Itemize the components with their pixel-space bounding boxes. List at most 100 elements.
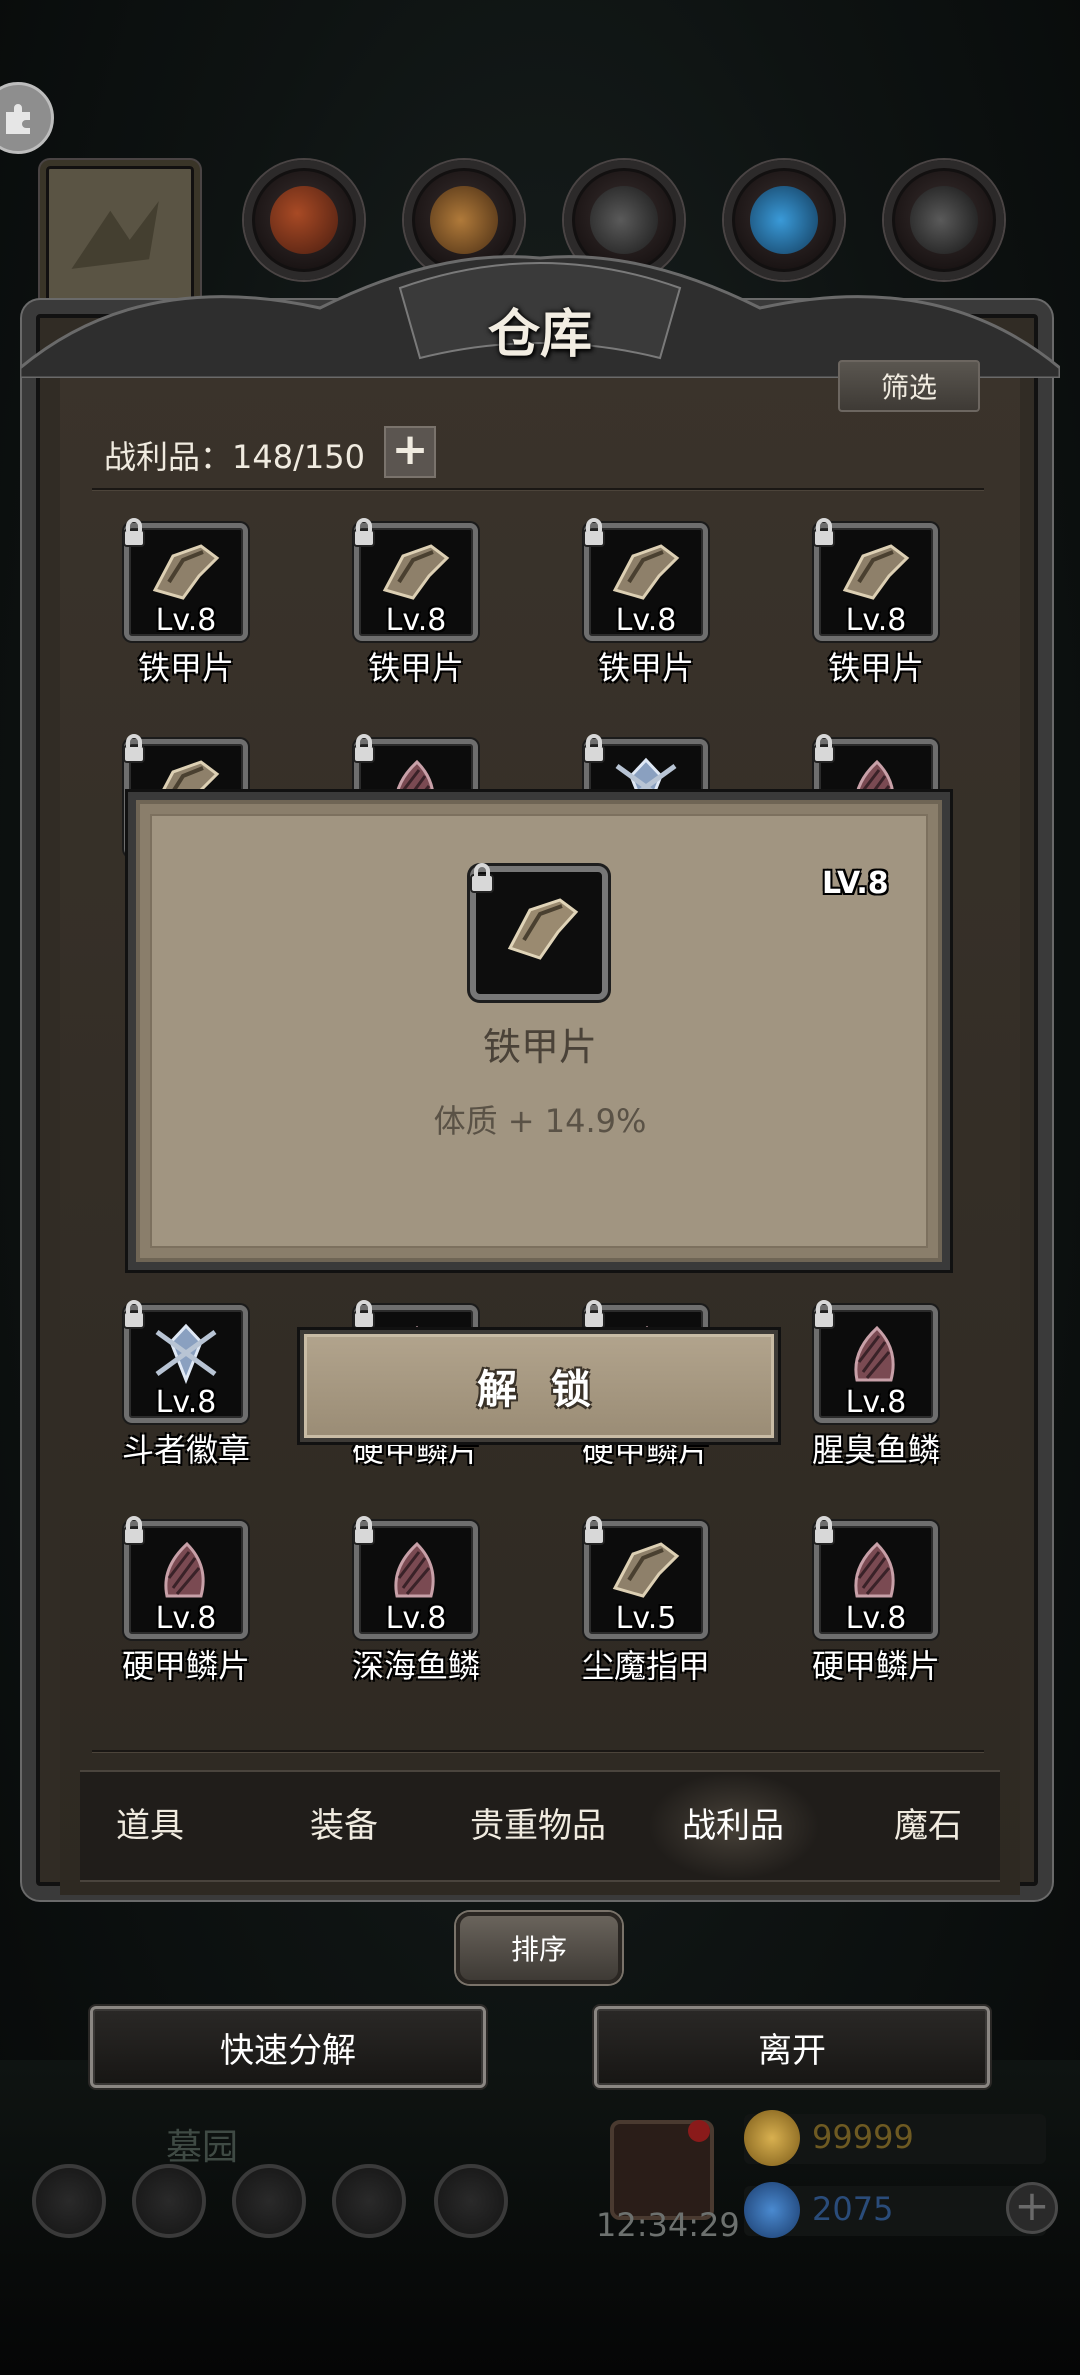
gold-coin-icon: [744, 2110, 800, 2166]
item-level: Lv.8: [845, 1601, 907, 1636]
armor-plate-icon: [612, 1542, 680, 1598]
badge-icon: [155, 1323, 217, 1384]
item-frame: Lv.8: [123, 518, 248, 641]
scale-icon: [854, 1541, 895, 1598]
lock-icon: [123, 734, 145, 763]
gold-value: 99999: [812, 2118, 914, 2156]
scroll-icon[interactable]: [232, 2164, 306, 2238]
item-level: Lv.8: [155, 1601, 217, 1636]
item-level: Lv.8: [615, 603, 677, 638]
item-slot[interactable]: Lv.8 铁甲片: [331, 518, 501, 689]
item-frame: Lv.8: [813, 1300, 938, 1423]
gift-timer: 12:34:29: [596, 2206, 740, 2244]
item-level: Lv.8: [385, 603, 447, 638]
gem-value: 2075: [812, 2190, 894, 2228]
notification-dot: [688, 2120, 710, 2142]
gear-icon[interactable]: [32, 2164, 106, 2238]
scale-icon: [854, 1325, 895, 1382]
popup-item-stat: 体质 + 14.9%: [433, 1102, 647, 1140]
lock-icon: [353, 734, 375, 763]
star-icon[interactable]: [132, 2164, 206, 2238]
item-slot[interactable]: Lv.8 斗者徽章: [101, 1300, 271, 1471]
item-name: 尘魔指甲: [581, 1647, 710, 1685]
item-slot[interactable]: Lv.8 铁甲片: [791, 518, 961, 689]
item-level: Lv.8: [385, 1601, 447, 1636]
divider-top: [92, 488, 984, 491]
quick-decompose-button[interactable]: 快速分解: [90, 2006, 486, 2088]
armor-plate-icon: [842, 544, 910, 600]
item-level: Lv.5: [615, 1601, 677, 1636]
item-name: 铁甲片: [597, 649, 694, 687]
item-level: Lv.8: [845, 603, 907, 638]
lock-icon: [813, 1300, 835, 1329]
popup-item-name: 铁甲片: [482, 1025, 597, 1069]
location-label: 墓园: [166, 2127, 239, 2168]
item-frame: Lv.8: [813, 518, 938, 641]
lock-icon: [123, 518, 145, 547]
tab-magic-stone[interactable]: 魔石: [894, 1798, 962, 1847]
armor-plate-icon: [612, 544, 680, 600]
lock-icon: [813, 734, 835, 763]
item-name: 斗者徽章: [121, 1431, 250, 1469]
item-slot[interactable]: Lv.8 硬甲鳞片: [791, 1516, 961, 1687]
lock-icon: [353, 1300, 375, 1329]
mail-icon[interactable]: [332, 2164, 406, 2238]
lock-icon: [353, 1516, 375, 1545]
leave-button[interactable]: 离开: [594, 2006, 990, 2088]
item-name: 铁甲片: [367, 649, 464, 687]
item-frame: Lv.8: [353, 1516, 478, 1639]
popup-level: LV.8: [822, 866, 889, 901]
item-name: 硬甲鳞片: [811, 1647, 940, 1685]
item-frame: Lv.5: [583, 1516, 708, 1639]
item-name: 铁甲片: [137, 649, 234, 687]
scale-icon: [164, 1541, 205, 1598]
lock-icon: [583, 1516, 605, 1545]
item-slot[interactable]: Lv.8 深海鱼鳞: [331, 1516, 501, 1687]
panel-title: 仓库: [487, 304, 592, 365]
filter-button[interactable]: 筛选: [838, 360, 980, 412]
gem-icon: [744, 2182, 800, 2238]
lock-icon: [583, 1300, 605, 1329]
lock-icon: [470, 863, 494, 893]
expand-capacity-button[interactable]: +: [384, 426, 436, 478]
item-name: 深海鱼鳞: [351, 1647, 480, 1685]
lock-icon: [813, 1516, 835, 1545]
item-name: 硬甲鳞片: [121, 1647, 250, 1685]
item-slot[interactable]: Lv.8 硬甲鳞片: [101, 1516, 271, 1687]
lock-icon: [813, 518, 835, 547]
crossed-swords-icon[interactable]: [434, 2164, 508, 2238]
item-frame: Lv.8: [583, 518, 708, 641]
tab-loot[interactable]: 战利品: [682, 1798, 784, 1847]
tab-items[interactable]: 道具: [116, 1798, 184, 1847]
item-frame: Lv.8: [813, 1516, 938, 1639]
armor-plate-icon: [507, 898, 579, 960]
add-gems-button[interactable]: +: [1006, 2182, 1058, 2234]
tab-equipment[interactable]: 装备: [310, 1798, 378, 1847]
scale-icon: [394, 1541, 435, 1598]
item-frame: Lv.8: [123, 1300, 248, 1423]
unlock-button[interactable]: 解 锁: [300, 1330, 778, 1442]
tab-valuables[interactable]: 贵重物品: [470, 1798, 606, 1847]
item-level: Lv.8: [845, 1385, 907, 1420]
sort-button[interactable]: 排序: [456, 1912, 622, 1984]
lock-icon: [353, 518, 375, 547]
item-level: Lv.8: [155, 1385, 217, 1420]
item-slot[interactable]: Lv.5 尘魔指甲: [561, 1516, 731, 1687]
lock-icon: [583, 518, 605, 547]
item-name: 铁甲片: [827, 649, 924, 687]
popup-item-icon: [470, 863, 608, 1000]
armor-plate-icon: [382, 544, 450, 600]
item-level: Lv.8: [155, 603, 217, 638]
item-slot[interactable]: Lv.8 铁甲片: [101, 518, 271, 689]
item-name: 腥臭鱼鳞: [811, 1431, 940, 1469]
lock-icon: [583, 734, 605, 763]
loot-count: 战利品：148/150: [104, 438, 365, 476]
item-slot[interactable]: Lv.8 铁甲片: [561, 518, 731, 689]
item-frame: Lv.8: [123, 1516, 248, 1639]
lock-icon: [123, 1300, 145, 1329]
item-frame: Lv.8: [353, 518, 478, 641]
divider-bottom: [92, 1750, 984, 1753]
item-slot[interactable]: Lv.8 腥臭鱼鳞: [791, 1300, 961, 1471]
armor-plate-icon: [152, 544, 220, 600]
lock-icon: [123, 1516, 145, 1545]
